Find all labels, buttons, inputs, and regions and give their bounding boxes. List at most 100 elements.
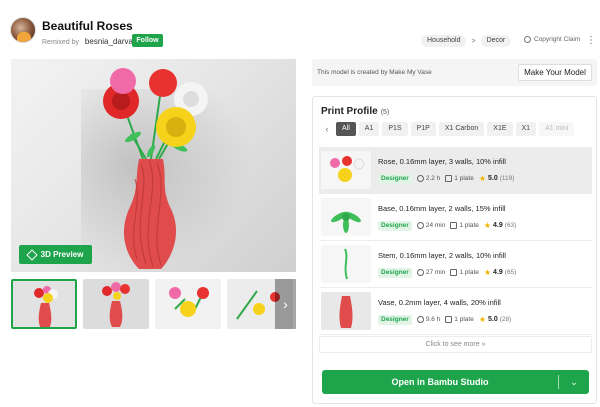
print-profile-heading: Print Profile (5) bbox=[321, 106, 389, 117]
3d-preview-button[interactable]: 3D Preview bbox=[19, 245, 92, 264]
button-divider bbox=[558, 375, 559, 389]
print-time-value: 9.6 h bbox=[425, 316, 441, 323]
chevron-left-icon[interactable]: ‹ bbox=[321, 122, 333, 136]
cube-icon bbox=[25, 248, 38, 261]
profile-row-rose[interactable]: Rose, 0.16mm layer, 3 walls, 10% infill … bbox=[319, 147, 592, 194]
page-title: Beautiful Roses bbox=[42, 19, 133, 33]
creator-banner-text: This model is created by Make My Vase bbox=[317, 69, 432, 76]
creator-banner: This model is created by Make My Vase Ma… bbox=[312, 59, 597, 86]
author-link[interactable]: besnia_darvar bbox=[85, 37, 136, 46]
thumbnail-2-image bbox=[83, 279, 149, 329]
print-profile-panel: Print Profile (5) ‹ All A1 P1S P1P X1 Car… bbox=[312, 96, 597, 404]
plate-count: 1 plate bbox=[445, 175, 474, 182]
designer-badge: Designer bbox=[378, 314, 412, 325]
plate-count: 1 plate bbox=[450, 222, 479, 229]
thumbnail-3[interactable] bbox=[155, 279, 221, 329]
filter-a1-mini[interactable]: A1 mini bbox=[539, 122, 575, 136]
star-icon: ★ bbox=[478, 173, 486, 183]
thumbnail-strip bbox=[11, 279, 296, 329]
copyright-claim-link[interactable]: Copyright Claim bbox=[524, 36, 580, 43]
review-count: (63) bbox=[504, 222, 517, 229]
print-time: 27 min bbox=[416, 269, 446, 276]
header: Beautiful Roses Remixed by besnia_darvar… bbox=[0, 0, 600, 56]
profile-thumbnail-vase bbox=[321, 292, 371, 330]
plate-count: 1 plate bbox=[445, 316, 474, 323]
thumbnail-2[interactable] bbox=[83, 279, 149, 329]
filter-p1s[interactable]: P1S bbox=[382, 122, 408, 136]
star-icon: ★ bbox=[483, 267, 492, 277]
profile-thumbnail-rose bbox=[321, 151, 371, 189]
filter-x1e[interactable]: X1E bbox=[487, 122, 513, 136]
print-time: 9.6 h bbox=[416, 316, 441, 323]
star-icon: ★ bbox=[483, 220, 492, 230]
main-model-image[interactable]: 3D Preview bbox=[11, 59, 296, 272]
filter-all[interactable]: All bbox=[336, 122, 356, 136]
remix-info: Remixed by besnia_darvar bbox=[42, 37, 136, 46]
profile-meta: Designer 9.6 h 1 plate ★ 5.0 (28) bbox=[378, 314, 511, 325]
follow-button[interactable]: Follow bbox=[132, 34, 163, 47]
breadcrumb-decor[interactable]: Decor bbox=[480, 35, 512, 47]
print-time-value: 27 min bbox=[425, 269, 446, 276]
breadcrumb-separator: > bbox=[471, 37, 476, 45]
clock-icon bbox=[416, 175, 424, 182]
print-time: 24 min bbox=[416, 222, 446, 229]
filter-a1[interactable]: A1 bbox=[358, 122, 380, 136]
review-count: (119) bbox=[499, 175, 515, 182]
rating: ★ 4.9 (65) bbox=[483, 267, 516, 277]
plate-count-value: 1 plate bbox=[459, 269, 479, 276]
plate-count: 1 plate bbox=[450, 269, 479, 276]
plate-count-value: 1 plate bbox=[459, 222, 479, 229]
plate-icon bbox=[445, 175, 453, 182]
avatar[interactable] bbox=[10, 17, 36, 43]
profile-thumbnail-base bbox=[321, 198, 371, 236]
thumbnail-1[interactable] bbox=[11, 279, 77, 329]
rose-thumbnail-image bbox=[321, 151, 371, 189]
print-time: 2.2 h bbox=[416, 175, 441, 182]
thumbnail-3-image bbox=[155, 279, 221, 329]
designer-badge: Designer bbox=[378, 267, 412, 278]
clock-icon bbox=[416, 269, 424, 276]
rating-value: 4.9 bbox=[493, 222, 503, 229]
more-vertical-icon[interactable]: ⋮ bbox=[586, 35, 596, 47]
profile-name: Rose, 0.16mm layer, 3 walls, 10% infill bbox=[378, 157, 506, 166]
see-more-button[interactable]: Click to see more » bbox=[319, 336, 592, 353]
profile-thumbnail-stem bbox=[321, 245, 371, 283]
designer-badge: Designer bbox=[378, 173, 412, 184]
3d-preview-label: 3D Preview bbox=[40, 250, 84, 259]
open-in-bambu-studio-label: Open in Bambu Studio bbox=[391, 377, 489, 387]
profile-row-stem[interactable]: Stem, 0.16mm layer, 2 walls, 10% infill … bbox=[319, 241, 592, 288]
clock-icon bbox=[416, 316, 424, 323]
rating-value: 4.9 bbox=[493, 269, 503, 276]
stem-thumbnail-image bbox=[321, 245, 371, 283]
remixed-by-label: Remixed by bbox=[42, 39, 79, 46]
rating: ★ 5.0 (28) bbox=[478, 314, 511, 324]
rating: ★ 5.0 (119) bbox=[478, 173, 515, 183]
plate-icon bbox=[450, 269, 458, 276]
print-time-value: 2.2 h bbox=[425, 175, 441, 182]
see-more-label: Click to see more bbox=[425, 341, 480, 348]
open-in-bambu-studio-button[interactable]: Open in Bambu Studio ⌄ bbox=[322, 370, 589, 394]
chevron-down-icon[interactable]: ⌄ bbox=[565, 370, 583, 394]
chevron-right-icon[interactable]: › bbox=[275, 279, 296, 329]
profile-meta: Designer 27 min 1 plate ★ 4.9 (65) bbox=[378, 267, 516, 278]
designer-badge: Designer bbox=[378, 220, 412, 231]
filter-x1-carbon[interactable]: X1 Carbon bbox=[438, 122, 485, 136]
print-time-value: 24 min bbox=[425, 222, 446, 229]
profile-name: Stem, 0.16mm layer, 2 walls, 10% infill bbox=[378, 251, 506, 260]
breadcrumb-household[interactable]: Household bbox=[421, 35, 467, 47]
profile-row-base[interactable]: Base, 0.16mm layer, 2 walls, 15% infill … bbox=[319, 194, 592, 241]
print-profile-count: (5) bbox=[380, 109, 390, 116]
rating: ★ 4.9 (63) bbox=[483, 220, 517, 230]
clock-icon bbox=[416, 222, 424, 229]
profile-name: Vase, 0.2mm layer, 4 walls, 20% infill bbox=[378, 298, 501, 307]
star-icon: ★ bbox=[478, 314, 486, 324]
filter-p1p[interactable]: P1P bbox=[410, 122, 436, 136]
profile-row-vase[interactable]: Vase, 0.2mm layer, 4 walls, 20% infill D… bbox=[319, 288, 592, 335]
filter-x1[interactable]: X1 bbox=[515, 122, 537, 136]
make-your-model-button[interactable]: Make Your Model bbox=[518, 64, 592, 81]
rose-vase-illustration bbox=[103, 68, 208, 269]
profile-meta: Designer 24 min 1 plate ★ 4.9 (63) bbox=[378, 220, 516, 231]
plate-count-value: 1 plate bbox=[454, 316, 474, 323]
profile-meta: Designer 2.2 h 1 plate ★ 5.0 (119) bbox=[378, 173, 514, 184]
copyright-icon bbox=[524, 36, 531, 43]
